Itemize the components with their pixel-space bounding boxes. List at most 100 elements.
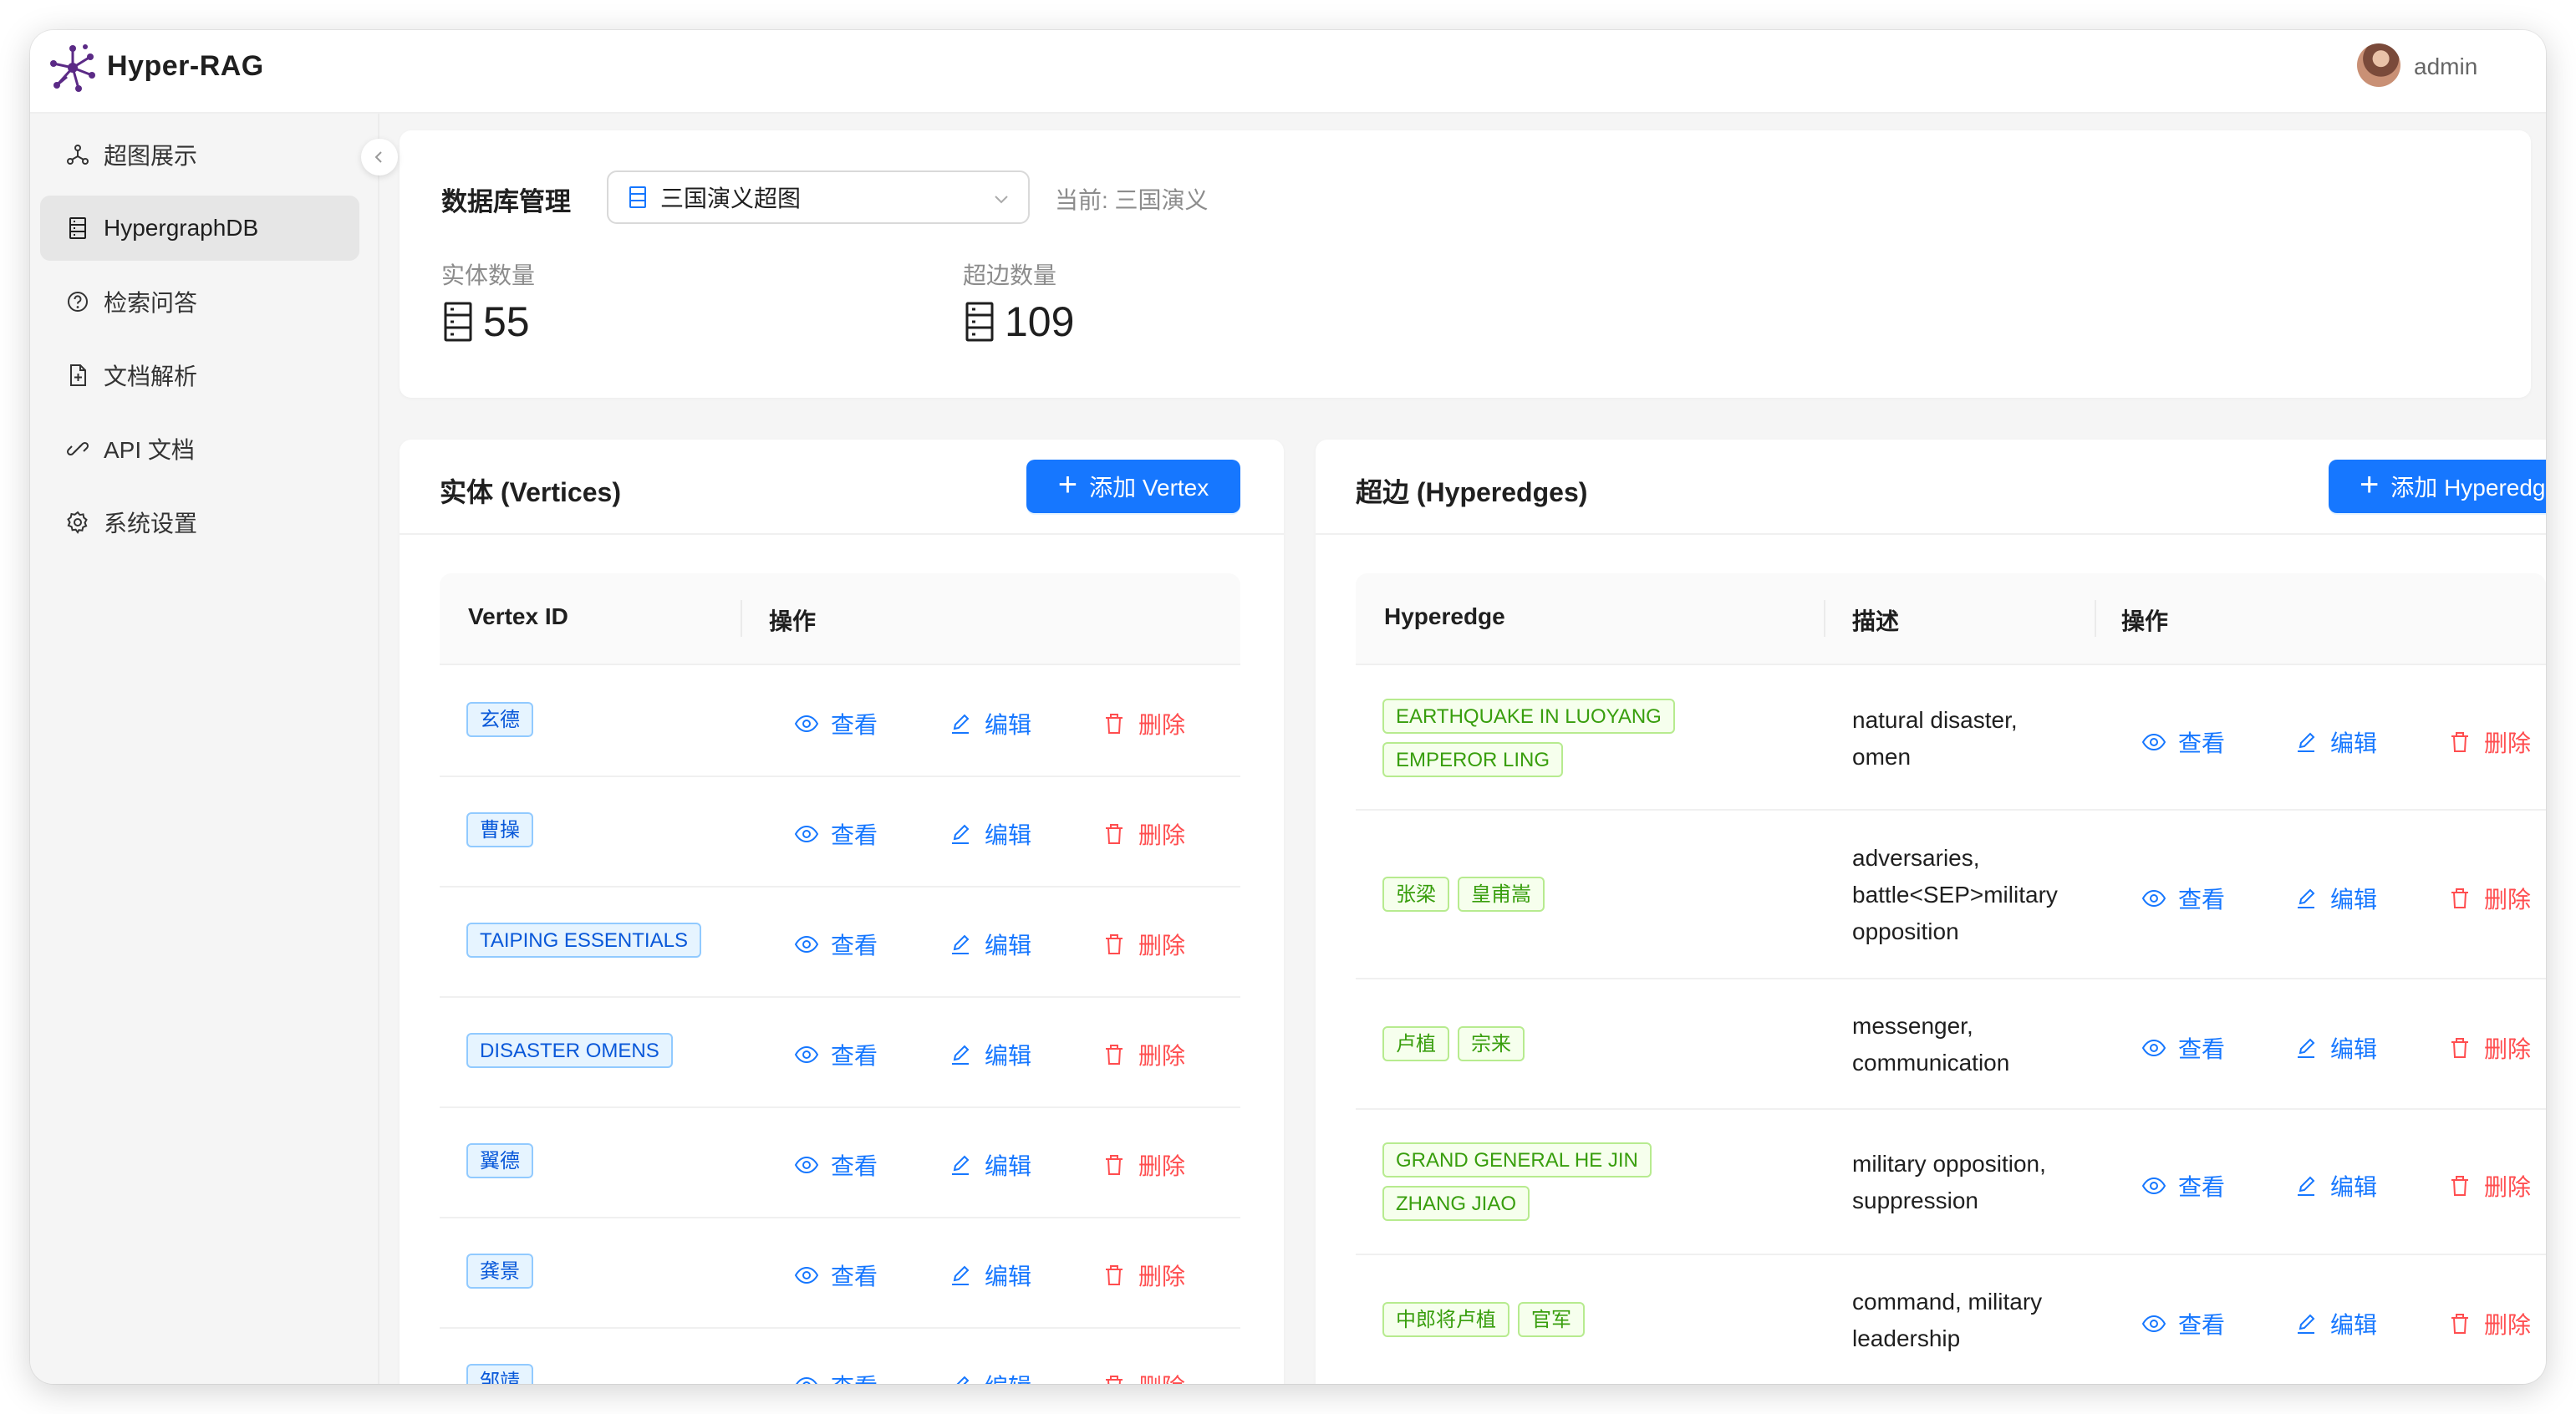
vertex-tag[interactable]: EARTHQUAKE IN LUOYANG [1382, 699, 1675, 734]
edit-label: 编辑 [985, 1369, 1031, 1384]
database-select[interactable]: 三国演义超图 [607, 170, 1030, 224]
vertex-tag[interactable]: EMPEROR LING [1382, 742, 1564, 777]
delete-icon [1102, 1152, 1127, 1177]
entity-count: 55 [441, 298, 530, 346]
edit-button[interactable]: 编辑 [2293, 1031, 2377, 1065]
edge-count: 109 [963, 298, 1074, 346]
vertex-tag[interactable]: 曹操 [466, 812, 533, 847]
view-button[interactable]: 查看 [794, 1259, 878, 1292]
delete-label: 删除 [1138, 1043, 1186, 1069]
vertex-tag[interactable]: 官军 [1518, 1302, 1585, 1337]
vertex-tag[interactable]: DISASTER OMENS [466, 1033, 673, 1068]
edit-button[interactable]: 编辑 [2293, 882, 2377, 915]
add-hyperedge-button[interactable]: + 添加 Hyperedge [2329, 460, 2546, 513]
delete-button[interactable]: 删除 [2447, 1307, 2531, 1340]
table-row: 龚景 查看 编辑 删除 [440, 1218, 1240, 1329]
edit-button[interactable]: 编辑 [2293, 1307, 2377, 1340]
view-button[interactable]: 查看 [794, 817, 878, 851]
edit-button[interactable]: 编辑 [948, 1259, 1031, 1292]
delete-button[interactable]: 删除 [1102, 1259, 1185, 1292]
hyperedge-description: military opposition, suppression [1852, 1146, 2086, 1219]
edit-label: 编辑 [2330, 1036, 2378, 1062]
hyperedge-tags: 中郎将卢植 官军 [1382, 1302, 1800, 1337]
vertex-tag[interactable]: 宗来 [1458, 1026, 1525, 1061]
edit-button[interactable]: 编辑 [948, 928, 1031, 961]
delete-button[interactable]: 删除 [2447, 725, 2531, 759]
edit-icon [2293, 730, 2319, 755]
description-line: natural disaster, [1852, 707, 2018, 733]
table-row: 中郎将卢植 官军 command, military leadership 查看 编辑 删除 [1356, 1255, 2546, 1384]
sidebar-collapse-button[interactable] [361, 139, 398, 175]
vertex-tag[interactable]: 皇甫嵩 [1458, 877, 1545, 912]
sidebar-item-docs[interactable]: 文档解析 [40, 343, 359, 408]
delete-icon [1102, 1263, 1127, 1288]
delete-button[interactable]: 删除 [1102, 928, 1185, 961]
vertex-tag[interactable]: 玄德 [466, 702, 533, 737]
view-button[interactable]: 查看 [794, 1148, 878, 1182]
eye-icon [794, 932, 819, 957]
view-label: 查看 [2178, 730, 2226, 756]
eye-icon [2141, 886, 2166, 911]
edit-button[interactable]: 编辑 [948, 1369, 1031, 1384]
gear-icon [67, 511, 88, 534]
vertex-tag[interactable]: GRAND GENERAL HE JIN [1382, 1142, 1652, 1177]
avatar[interactable] [2357, 43, 2400, 87]
vertex-tag[interactable]: 翼德 [466, 1143, 533, 1178]
delete-button[interactable]: 删除 [2447, 882, 2531, 915]
view-button[interactable]: 查看 [2141, 882, 2225, 915]
sidebar-item-settings[interactable]: 系统设置 [40, 490, 359, 555]
table-row: 翼德 查看 编辑 删除 [440, 1108, 1240, 1218]
vertex-tag[interactable]: 张梁 [1382, 877, 1449, 912]
view-button[interactable]: 查看 [794, 1038, 878, 1071]
edit-button[interactable]: 编辑 [2293, 1169, 2377, 1203]
chevron-left-icon [374, 151, 382, 163]
delete-button[interactable]: 删除 [2447, 1169, 2531, 1203]
delete-button[interactable]: 删除 [1102, 817, 1185, 851]
view-button[interactable]: 查看 [794, 928, 878, 961]
vertex-tag[interactable]: 邹靖 [466, 1364, 533, 1384]
edit-icon [948, 821, 973, 847]
sidebar-item-label: 超图展示 [104, 143, 198, 169]
delete-button[interactable]: 删除 [1102, 1038, 1185, 1071]
edit-label: 编辑 [2330, 1312, 2378, 1338]
vertex-tag[interactable]: 中郎将卢植 [1382, 1302, 1509, 1337]
username[interactable]: admin [2414, 53, 2477, 80]
description-line: communication [1852, 1050, 2010, 1076]
delete-button[interactable]: 删除 [2447, 1031, 2531, 1065]
vertex-tag[interactable]: TAIPING ESSENTIALS [466, 923, 701, 958]
view-button[interactable]: 查看 [2141, 1031, 2225, 1065]
edit-button[interactable]: 编辑 [948, 1148, 1031, 1182]
view-label: 查看 [2178, 1312, 2226, 1338]
eye-icon [794, 1042, 819, 1067]
table-row: 玄德 查看 编辑 删除 [440, 667, 1240, 777]
column-separator [741, 600, 742, 637]
view-label: 查看 [2178, 1174, 2226, 1200]
view-button[interactable]: 查看 [2141, 1307, 2225, 1340]
chevron-down-icon [995, 196, 1008, 204]
delete-button[interactable]: 删除 [1102, 1369, 1185, 1384]
add-vertex-button[interactable]: + 添加 Vertex [1026, 460, 1240, 513]
sidebar-item-hypergraphdb[interactable]: HypergraphDB [40, 196, 359, 261]
sidebar-item-graph[interactable]: 超图展示 [40, 122, 359, 187]
view-button[interactable]: 查看 [794, 707, 878, 740]
edit-button[interactable]: 编辑 [2293, 725, 2377, 759]
edit-button[interactable]: 编辑 [948, 1038, 1031, 1071]
plus-icon: + [1057, 466, 1078, 503]
hyperedge-tags: 张梁 皇甫嵩 [1382, 877, 1800, 912]
view-button[interactable]: 查看 [794, 1369, 878, 1384]
vertex-tag[interactable]: 卢植 [1382, 1026, 1449, 1061]
description-line: military opposition, [1852, 1151, 2046, 1177]
vertex-tag[interactable]: ZHANG JIAO [1382, 1186, 1530, 1221]
edit-button[interactable]: 编辑 [948, 707, 1031, 740]
edit-button[interactable]: 编辑 [948, 817, 1031, 851]
delete-button[interactable]: 删除 [1102, 1148, 1185, 1182]
sidebar-item-api[interactable]: API 文档 [40, 416, 359, 481]
view-button[interactable]: 查看 [2141, 1169, 2225, 1203]
edit-icon [2293, 1311, 2319, 1336]
view-button[interactable]: 查看 [2141, 725, 2225, 759]
delete-label: 删除 [1138, 933, 1186, 959]
vertex-tag[interactable]: 龚景 [466, 1254, 533, 1289]
delete-button[interactable]: 删除 [1102, 707, 1185, 740]
sidebar-item-qa[interactable]: 检索问答 [40, 269, 359, 334]
edit-label: 编辑 [985, 1264, 1032, 1289]
